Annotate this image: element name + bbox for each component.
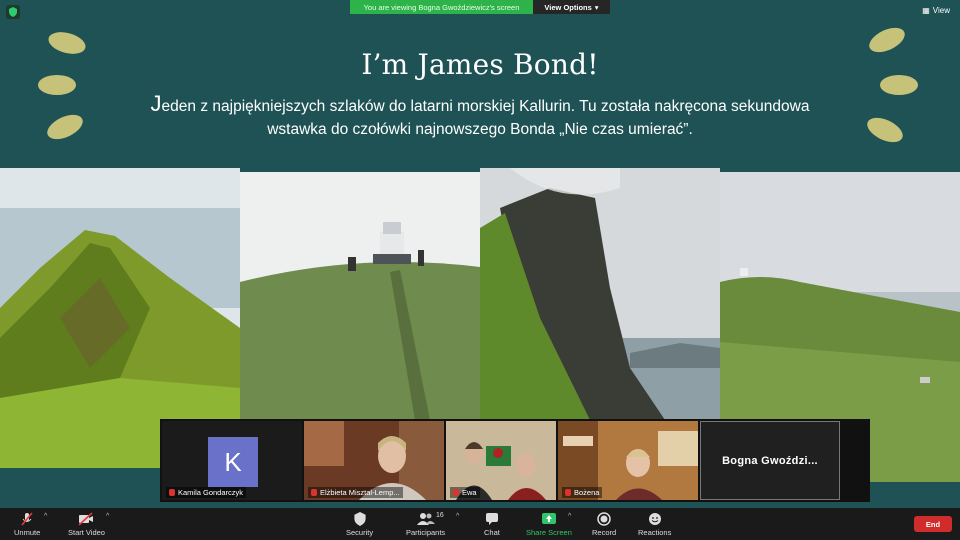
chevron-up-icon[interactable]: ^ (568, 513, 571, 520)
slide-body-initial: J (150, 91, 162, 116)
start-video-button[interactable]: Start Video (68, 510, 105, 537)
participants-label: Participants (406, 528, 446, 537)
chevron-down-icon: ▾ (594, 2, 599, 12)
share-screen-icon (541, 510, 557, 527)
photo-lighthouse-hill (240, 172, 480, 420)
participants-count: 16 (436, 512, 444, 519)
shield-icon (353, 510, 367, 527)
participant-strip: K Kamila Gondarczyk Elżbieta Misztal-Lem… (160, 419, 870, 502)
screen-share-banner: You are viewing Bogna Gwoździewicz's scr… (350, 0, 610, 14)
viewing-screen-message: You are viewing Bogna Gwoździewicz's scr… (350, 0, 533, 14)
participant-tile[interactable]: Elżbieta Misztal-Lemp... (304, 421, 444, 500)
participant-name-tag: Ewa (450, 487, 480, 498)
record-button[interactable]: Record (592, 510, 616, 537)
slide-body-line1: eden z najpiękniejszych szlaków do latar… (161, 98, 810, 115)
participant-name-tag: Elżbieta Misztal-Lemp... (308, 487, 403, 498)
participant-tile[interactable]: K Kamila Gondarczyk (162, 421, 302, 500)
slide-body: Jeden z najpiękniejszych szlaków do lata… (130, 92, 830, 141)
meeting-toolbar: Unmute ^ Start Video ^ Security Particip… (0, 508, 960, 540)
participant-tile[interactable]: Bożena (558, 421, 698, 500)
participant-name: Elżbieta Misztal-Lemp... (320, 488, 400, 497)
record-label: Record (592, 528, 617, 537)
reactions-label: Reactions (638, 528, 672, 537)
muted-mic-icon (311, 489, 317, 496)
end-meeting-button[interactable]: End (914, 516, 952, 532)
muted-mic-icon (169, 489, 175, 496)
chat-icon (485, 510, 499, 527)
participant-name: Bogna Gwoździ... (722, 454, 818, 467)
security-label: Security (346, 528, 374, 537)
share-screen-button[interactable]: Share Screen (526, 510, 572, 537)
participants-icon (416, 510, 435, 527)
chat-label: Chat (484, 528, 500, 537)
chevron-up-icon[interactable]: ^ (456, 513, 459, 520)
avatar: K (208, 437, 258, 487)
photo-sea-cliff (480, 168, 720, 420)
participant-name: Kamila Gondarczyk (178, 488, 244, 497)
unmute-button[interactable]: Unmute (14, 510, 40, 537)
view-options-label: View Options (544, 2, 592, 12)
view-options-button[interactable]: View Options ▾ (533, 0, 610, 14)
muted-mic-icon (453, 489, 459, 496)
slide-title: I’m James Bond! (361, 48, 599, 81)
view-label: View (932, 6, 950, 15)
muted-mic-icon (565, 489, 571, 496)
share-screen-label: Share Screen (526, 528, 572, 537)
zoom-window: I’m James Bond! Jeden z najpiękniejszych… (0, 0, 960, 540)
decor-blob (863, 112, 907, 148)
chevron-up-icon[interactable]: ^ (44, 513, 47, 520)
participant-name: Bożena (574, 488, 600, 497)
decor-blob (43, 109, 87, 145)
muted-mic-icon (19, 510, 35, 527)
chevron-up-icon[interactable]: ^ (106, 513, 109, 520)
participant-tile-active-speaker[interactable]: Bogna Gwoździ... (700, 421, 840, 500)
record-icon (597, 510, 611, 527)
security-shield-icon[interactable] (6, 5, 20, 19)
view-button[interactable]: ▦ View (922, 6, 950, 15)
participant-name-tag: Bożena (562, 487, 603, 498)
smiley-icon (648, 510, 662, 527)
participant-name: Ewa (462, 488, 477, 497)
start-video-label: Start Video (68, 528, 105, 537)
security-button[interactable]: Security (346, 510, 373, 537)
unmute-label: Unmute (14, 528, 41, 537)
grid-view-icon: ▦ (922, 6, 930, 15)
video-off-icon (77, 510, 95, 527)
slide-body-line2: wstawka do czołówki najnowszego Bonda „N… (267, 121, 693, 138)
participant-tile[interactable]: Ewa (446, 421, 556, 500)
reactions-button[interactable]: Reactions (638, 510, 671, 537)
participant-name-tag: Kamila Gondarczyk (166, 487, 247, 498)
chat-button[interactable]: Chat (484, 510, 500, 537)
